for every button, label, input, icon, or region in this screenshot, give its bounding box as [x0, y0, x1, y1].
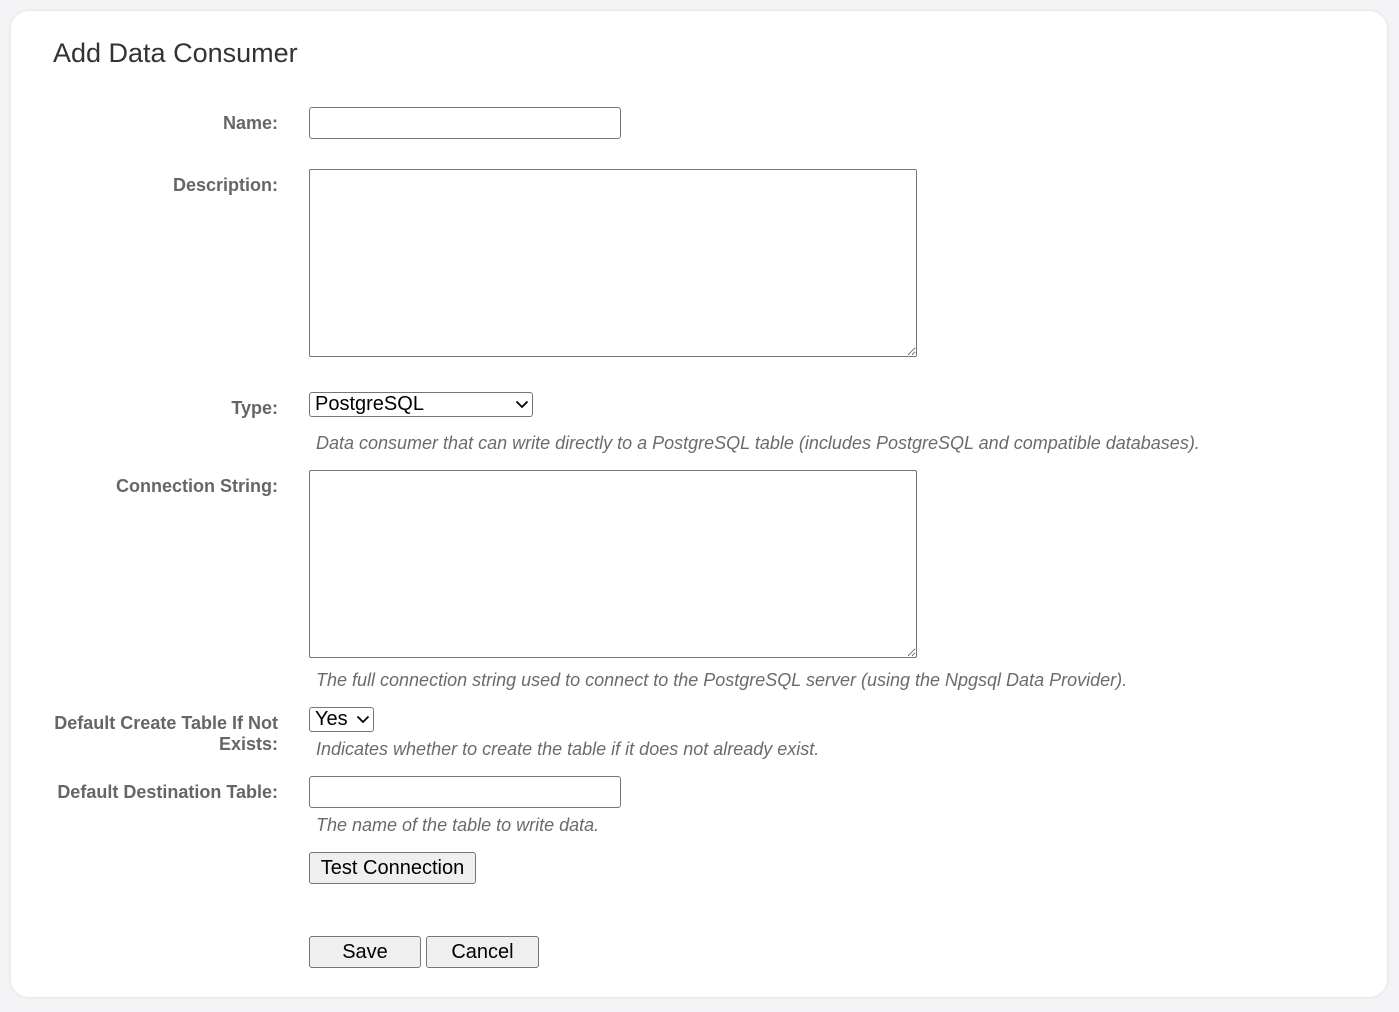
create-table-label-line2: Exists: — [218, 734, 278, 754]
description-label: Description: — [172, 175, 278, 195]
destination-table-input[interactable] — [309, 776, 621, 808]
create-table-label-line1: Default Create Table If Not — [54, 713, 278, 733]
description-textarea[interactable] — [309, 169, 917, 357]
destination-table-help-text: The name of the table to write data. — [316, 815, 600, 835]
type-select-value: PostgreSQL — [315, 393, 424, 415]
connection-string-help-text: The full connection string used to conne… — [316, 670, 1128, 690]
chevron-down-icon — [512, 393, 532, 416]
test-connection-button[interactable]: Test Connection — [309, 852, 476, 884]
page-title: Add Data Consumer — [53, 38, 298, 68]
type-label: Type: — [231, 398, 278, 418]
create-table-help-text: Indicates whether to create the table if… — [316, 739, 820, 759]
save-button[interactable]: Save — [309, 936, 421, 968]
type-help-text: Data consumer that can write directly to… — [316, 433, 1200, 453]
connection-string-label: Connection String: — [116, 476, 278, 496]
connection-string-textarea[interactable] — [309, 470, 917, 658]
create-table-label: Default Create Table If Not Exists: — [54, 713, 278, 755]
destination-table-label: Default Destination Table: — [57, 782, 278, 802]
cancel-button[interactable]: Cancel — [426, 936, 539, 968]
name-label: Name: — [222, 113, 278, 133]
create-table-select-value: Yes — [315, 708, 348, 730]
form-card: Add Data Consumer Name: Description: Typ… — [11, 11, 1387, 997]
type-select[interactable]: PostgreSQL — [309, 392, 533, 417]
name-input[interactable] — [309, 107, 621, 139]
chevron-down-icon — [353, 708, 373, 731]
create-table-select[interactable]: Yes — [309, 707, 374, 732]
